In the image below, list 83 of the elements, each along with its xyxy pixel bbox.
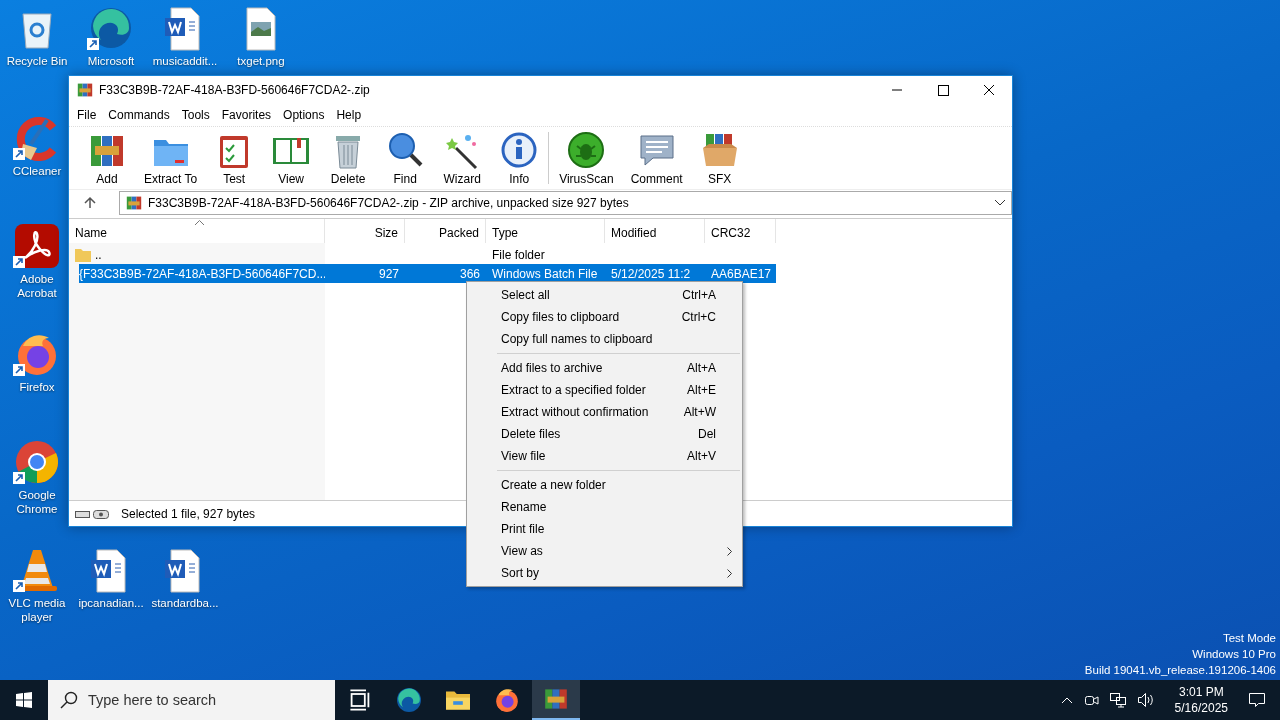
toolbar-button[interactable]: Comment bbox=[626, 130, 687, 186]
toolbar-button[interactable]: Test bbox=[210, 130, 259, 186]
context-menu-item[interactable]: Copy files to clipboard Ctrl+C bbox=[467, 306, 742, 328]
context-menu-item[interactable]: Sort by bbox=[467, 562, 742, 584]
task-view-icon bbox=[348, 688, 372, 712]
menu-item[interactable]: Help bbox=[330, 108, 368, 122]
pdf-icon[interactable] bbox=[13, 222, 61, 270]
address-field[interactable]: F33C3B9B-72AF-418A-B3FD-560646F7CDA2-.zip - ZIP archive, unpacked size 927 bytes bbox=[119, 191, 1012, 215]
network-icon[interactable] bbox=[1108, 692, 1127, 708]
toolbar-button[interactable]: View bbox=[267, 130, 316, 186]
toolbar-button[interactable]: SFX bbox=[695, 130, 744, 186]
notification-icon[interactable] bbox=[1248, 691, 1266, 709]
file-name: .. bbox=[95, 246, 103, 264]
toolbar-button[interactable]: VirusScan bbox=[555, 130, 618, 186]
column-header[interactable]: Packed bbox=[405, 219, 486, 243]
books-icon bbox=[77, 82, 93, 98]
system-info-text: Build 19041.vb_release.191206-1406 bbox=[1084, 663, 1276, 678]
status-text: Selected 1 file, 927 bytes bbox=[121, 506, 256, 521]
column-header[interactable]: Size bbox=[325, 219, 405, 243]
desktop-icon-label[interactable]: Firefox bbox=[2, 380, 72, 394]
clock[interactable]: 3:01 PM 5/16/2025 bbox=[1174, 684, 1228, 716]
context-menu-item[interactable]: Create a new folder bbox=[467, 474, 742, 496]
file-row[interactable]: {F33C3B9B-72AF-418A-B3FD-560646F7CD... 927 366 Windows Batch File 5/12/2025 11:2 AA6BAE17 bbox=[69, 264, 1012, 283]
books-icon bbox=[544, 687, 568, 711]
books-icon bbox=[126, 195, 142, 211]
context-menu-item[interactable]: View file Alt+V bbox=[467, 445, 742, 467]
volume-icon[interactable] bbox=[1136, 692, 1155, 708]
chrome-icon[interactable] bbox=[13, 438, 61, 486]
toolbar-button[interactable]: Wizard bbox=[438, 130, 487, 186]
menu-item[interactable]: File bbox=[71, 108, 103, 122]
context-menu-item[interactable]: Extract without confirmation Alt+W bbox=[467, 401, 742, 423]
file-row[interactable]: .. File folder bbox=[69, 245, 1012, 264]
column-header[interactable]: CRC32 bbox=[705, 219, 776, 243]
edge-icon bbox=[397, 688, 421, 712]
context-menu-item[interactable]: Extract to a specified folder Alt+E bbox=[467, 379, 742, 401]
dropdown-caret-icon[interactable] bbox=[995, 200, 1005, 206]
context-menu-item[interactable]: View as bbox=[467, 540, 742, 562]
desktop-icon-label[interactable]: Recycle Bin bbox=[2, 54, 72, 68]
system-info-text: Windows 10 Pro bbox=[1192, 647, 1276, 662]
desktop-icon-label[interactable]: VLC media player bbox=[2, 596, 72, 624]
firefox-icon bbox=[495, 688, 519, 712]
up-arrow-icon[interactable] bbox=[83, 196, 97, 210]
search-icon bbox=[60, 691, 78, 709]
desktop-icon-label[interactable]: txget.png bbox=[226, 54, 296, 68]
table-cell: Windows Batch File bbox=[492, 266, 598, 281]
table-cell: AA6BAE17 bbox=[711, 266, 772, 281]
desktop-icon-label[interactable]: Microsoft bbox=[76, 54, 146, 68]
toolbar-button[interactable]: Add bbox=[83, 130, 131, 186]
desktop-icon-label[interactable]: standardba... bbox=[150, 596, 220, 610]
menu-item[interactable]: Options bbox=[277, 108, 331, 122]
chevron-up-icon[interactable] bbox=[1060, 696, 1073, 704]
context-menu-item[interactable]: Select all Ctrl+A bbox=[467, 284, 742, 306]
context-menu-item[interactable]: Add files to archive Alt+A bbox=[467, 357, 742, 379]
toolbar-button[interactable]: Info bbox=[495, 130, 544, 186]
context-menu-item[interactable]: Rename bbox=[467, 496, 742, 518]
window-title: F33C3B9B-72AF-418A-B3FD-560646F7CDA2-.zip bbox=[99, 83, 371, 97]
desktop-icon-label[interactable]: ipcanadian... bbox=[76, 596, 146, 610]
desktop-icon-label[interactable]: Adobe Acrobat bbox=[2, 272, 72, 300]
search-field[interactable]: Type here to search bbox=[48, 680, 335, 720]
toolbar-button[interactable]: Delete bbox=[324, 130, 373, 186]
context-menu-item[interactable]: Print file bbox=[467, 518, 742, 540]
desktop-icon-label[interactable]: musicaddit... bbox=[150, 54, 220, 68]
desktop-icon-label[interactable]: Google Chrome bbox=[2, 488, 72, 516]
menu-item[interactable]: Commands bbox=[102, 108, 176, 122]
menu-item[interactable]: Favorites bbox=[215, 108, 278, 122]
system-info-text: Test Mode bbox=[1222, 631, 1276, 646]
desktop-icon-label[interactable]: CCleaner bbox=[2, 164, 72, 178]
table-cell: File folder bbox=[492, 247, 545, 262]
toolbar-button[interactable]: Extract To bbox=[140, 130, 202, 186]
drive-icon bbox=[75, 508, 109, 519]
context-menu-item[interactable]: Copy full names to clipboard bbox=[467, 328, 742, 350]
column-header[interactable]: Modified bbox=[605, 219, 705, 243]
menu-item[interactable]: Tools bbox=[175, 108, 216, 122]
column-header[interactable]: Type bbox=[486, 219, 605, 243]
table-cell: 5/12/2025 11:2 bbox=[611, 266, 691, 281]
table-cell: 927 bbox=[378, 266, 399, 281]
toolbar-button[interactable]: Find bbox=[381, 130, 430, 186]
file-name: {F33C3B9B-72AF-418A-B3FD-560646F7CD... bbox=[79, 264, 325, 283]
bug-icon bbox=[566, 130, 607, 170]
windows-logo-icon[interactable] bbox=[16, 692, 32, 708]
sort-indicator-icon bbox=[195, 220, 204, 225]
table-cell: 366 bbox=[459, 266, 480, 281]
context-menu-item[interactable]: Delete files Del bbox=[467, 423, 742, 445]
